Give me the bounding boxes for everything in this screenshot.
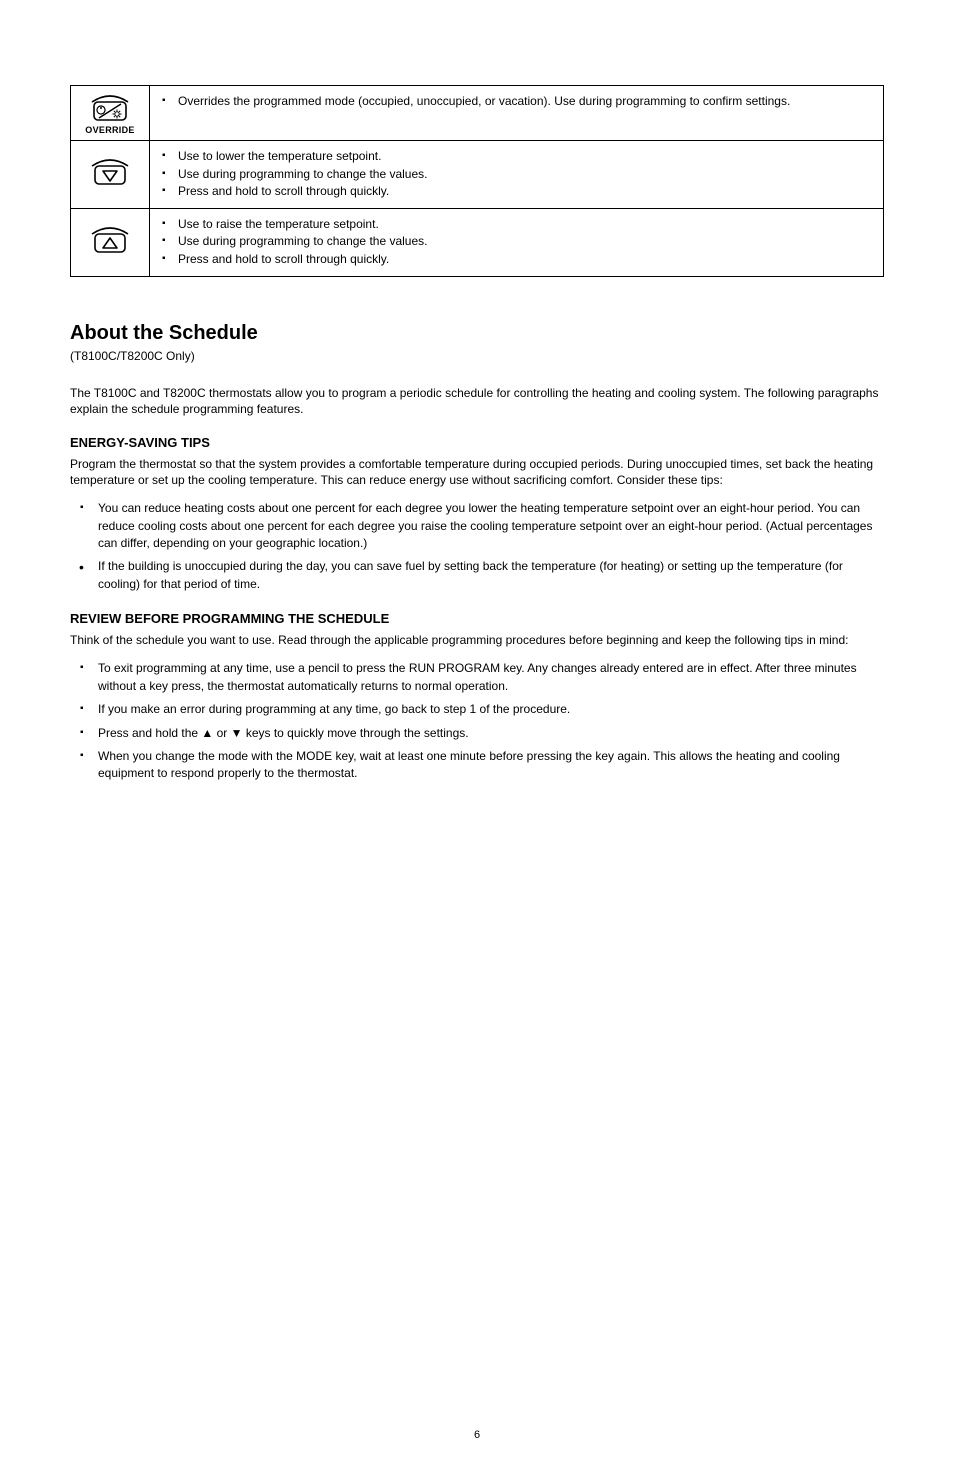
list-item: If you make an error during programming … bbox=[70, 701, 884, 718]
override-icon-label: OVERRIDE bbox=[85, 125, 134, 135]
bullet-item: Use to lower the temperature setpoint. bbox=[160, 149, 873, 165]
energy-intro-paragraph: Program the thermostat so that the syste… bbox=[70, 456, 884, 488]
bullet-item: Press and hold to scroll through quickly… bbox=[160, 184, 873, 200]
section-heading: About the Schedule bbox=[70, 322, 884, 345]
bullet-item: Press and hold to scroll through quickly… bbox=[160, 252, 873, 268]
desc-cell: Use to raise the temperature setpoint. U… bbox=[150, 208, 884, 276]
review-tips-list: To exit programming at any time, use a p… bbox=[70, 660, 884, 782]
list-item: You can reduce heating costs about one p… bbox=[70, 500, 884, 552]
review-heading: REVIEW BEFORE PROGRAMMING THE SCHEDULE bbox=[70, 611, 884, 626]
bullet-list: Use to raise the temperature setpoint. U… bbox=[160, 217, 873, 268]
section-subheading: (T8100C/T8200C Only) bbox=[70, 349, 884, 363]
bullet-item: Overrides the programmed mode (occupied,… bbox=[160, 94, 873, 110]
list-item: When you change the mode with the MODE k… bbox=[70, 748, 884, 783]
list-item: If the building is unoccupied during the… bbox=[70, 558, 884, 593]
energy-heading: ENERGY-SAVING TIPS bbox=[70, 435, 884, 450]
down-arrow-icon bbox=[87, 156, 133, 193]
table-row: Use to raise the temperature setpoint. U… bbox=[71, 208, 884, 276]
energy-tips-list: You can reduce heating costs about one p… bbox=[70, 500, 884, 593]
buttons-table: OVERRIDE Overrides the programmed mode (… bbox=[70, 85, 884, 277]
bullet-list: Use to lower the temperature setpoint. U… bbox=[160, 149, 873, 200]
bullet-list: Overrides the programmed mode (occupied,… bbox=[160, 94, 873, 110]
bullet-item: Use to raise the temperature setpoint. bbox=[160, 217, 873, 233]
table-row: OVERRIDE Overrides the programmed mode (… bbox=[71, 86, 884, 141]
icon-cell-down bbox=[71, 141, 150, 209]
list-item: To exit programming at any time, use a p… bbox=[70, 660, 884, 695]
review-intro-paragraph: Think of the schedule you want to use. R… bbox=[70, 632, 884, 648]
bullet-item: Use during programming to change the val… bbox=[160, 234, 873, 250]
document-page: { "table": { "rows": [ { "icon": "overri… bbox=[0, 0, 954, 1475]
bullet-item: Use during programming to change the val… bbox=[160, 167, 873, 183]
page-number: 6 bbox=[0, 1429, 954, 1441]
icon-cell-up bbox=[71, 208, 150, 276]
list-item: Press and hold the ▲ or ▼ keys to quickl… bbox=[70, 725, 884, 742]
override-icon: OVERRIDE bbox=[85, 90, 134, 135]
table-row: Use to lower the temperature setpoint. U… bbox=[71, 141, 884, 209]
desc-cell: Use to lower the temperature setpoint. U… bbox=[150, 141, 884, 209]
desc-cell: Overrides the programmed mode (occupied,… bbox=[150, 86, 884, 141]
intro-paragraph: The T8100C and T8200C thermostats allow … bbox=[70, 385, 884, 417]
up-arrow-icon bbox=[87, 224, 133, 261]
icon-cell-override: OVERRIDE bbox=[71, 86, 150, 141]
schedule-section: About the Schedule (T8100C/T8200C Only) … bbox=[70, 322, 884, 783]
